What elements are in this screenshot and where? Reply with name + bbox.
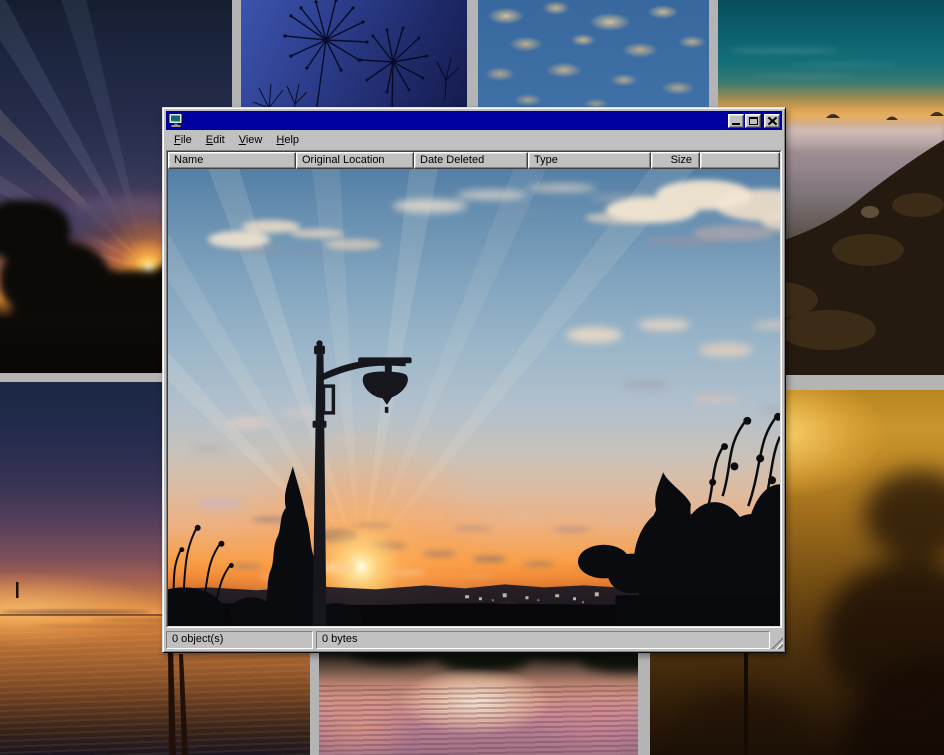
close-button[interactable]: [764, 114, 780, 128]
maximize-icon: [749, 117, 758, 125]
minimize-icon: [732, 123, 740, 125]
status-bar: 0 object(s) 0 bytes: [166, 631, 782, 649]
column-headers: Name Original Location Date Deleted Type…: [168, 152, 780, 169]
column-header-date-deleted[interactable]: Date Deleted: [414, 152, 528, 169]
status-size-panel: 0 bytes: [316, 631, 770, 649]
listview-frame: Name Original Location Date Deleted Type…: [166, 150, 782, 628]
ripple-layer: [319, 685, 638, 755]
computer-icon[interactable]: [168, 113, 184, 128]
recycle-bin-window: File Edit View Help Name Original Locati…: [162, 107, 786, 653]
silhouette-svg: pino: [168, 169, 780, 626]
menubar: File Edit View Help: [166, 130, 782, 150]
menu-item-view[interactable]: View: [232, 132, 270, 149]
close-icon: [768, 117, 777, 125]
column-header-type[interactable]: Type: [528, 152, 651, 169]
column-header-size[interactable]: Size: [651, 152, 700, 169]
desktop-background: File Edit View Help Name Original Locati…: [0, 0, 944, 755]
status-objects-panel: 0 object(s): [166, 631, 313, 649]
column-header-blank[interactable]: [700, 152, 780, 169]
lamp-post-silhouette: [313, 340, 412, 626]
menu-item-edit[interactable]: Edit: [199, 132, 232, 149]
left-bush-silhouette: [168, 525, 234, 626]
menu-item-help[interactable]: Help: [269, 132, 306, 149]
listview-content-photo[interactable]: pino: [168, 169, 780, 626]
column-header-original-location[interactable]: Original Location: [296, 152, 414, 169]
maximize-button[interactable]: [745, 114, 761, 128]
titlebar[interactable]: [166, 111, 782, 130]
minimize-button[interactable]: [728, 114, 744, 128]
column-header-name[interactable]: Name: [168, 152, 296, 169]
resize-grip[interactable]: [771, 637, 783, 649]
tree-silhouettes: [0, 200, 70, 260]
listview: Name Original Location Date Deleted Type…: [167, 151, 781, 627]
menu-item-file[interactable]: File: [167, 132, 199, 149]
